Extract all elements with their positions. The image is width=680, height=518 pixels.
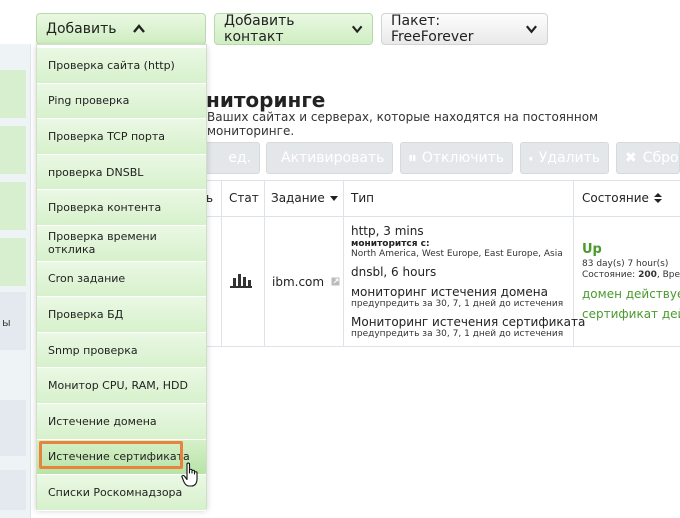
left-sidebar-block xyxy=(0,126,26,174)
type-monitored-from-label: мониторится с: xyxy=(351,239,430,249)
left-sidebar-block xyxy=(0,470,26,510)
type-cert-monitor: Мониторинг истечения сертификата xyxy=(351,315,586,329)
page-title: ниторинге xyxy=(206,88,326,112)
menu-item-dnsbl-check[interactable]: проверка DNSBL xyxy=(37,154,206,191)
menu-item-cpu-ram-hdd-monitor[interactable]: Монитор CPU, RAM, HDD xyxy=(37,368,206,404)
menu-item-highlight xyxy=(39,441,183,469)
left-sidebar-block xyxy=(0,238,26,286)
external-link-icon xyxy=(331,277,340,286)
state-uptime: 83 day(s) 7 hour(s) xyxy=(582,259,669,269)
state-code: 200 xyxy=(638,270,657,280)
hand-cursor-icon xyxy=(181,462,198,487)
header-type: Тип xyxy=(351,191,374,205)
left-sidebar-note: ы xyxy=(2,316,11,329)
reset-button[interactable]: ✖ Сбро xyxy=(616,142,680,174)
type-locations: North America, West Europe, East Europe,… xyxy=(351,249,563,259)
header-stat: Стат xyxy=(229,191,259,205)
table-col-divider xyxy=(264,180,265,346)
left-sidebar-block xyxy=(0,70,26,118)
sort-icon xyxy=(653,193,662,203)
menu-item-http-check[interactable]: Проверка сайта (http) xyxy=(37,48,206,84)
add-dropdown-button[interactable]: Добавить xyxy=(36,13,206,45)
menu-item-content-check[interactable]: Проверка контента xyxy=(37,190,206,226)
table-col-divider xyxy=(343,180,344,346)
state-suffix: , Вре xyxy=(656,270,680,280)
pause-icon xyxy=(409,155,416,161)
chevron-down-icon xyxy=(351,25,363,34)
package-button[interactable]: Пакет: FreeForever xyxy=(381,13,548,45)
type-cert-warn: предупредить за 30, 7, 1 дней до истечен… xyxy=(351,329,564,339)
disable-button-label: Отключить xyxy=(421,150,504,166)
close-icon: ✖ xyxy=(625,150,637,166)
type-http: http, 3 mins xyxy=(351,224,424,238)
menu-item-response-time-check[interactable]: Проверка времени отклика xyxy=(37,226,206,262)
menu-item-tcp-check[interactable]: Проверка TCP порта xyxy=(37,119,206,155)
menu-item-snmp-check[interactable]: Snmp проверка xyxy=(37,332,206,369)
chevron-down-icon xyxy=(526,25,538,34)
type-dnsbl: dnsbl, 6 hours xyxy=(351,265,437,279)
activate-button[interactable]: Активировать xyxy=(266,142,393,174)
menu-item-domain-expiry[interactable]: Истечение домена xyxy=(37,404,206,440)
header-col0: ь xyxy=(206,191,214,205)
type-domain-monitor: мониторинг истечения домена xyxy=(351,285,548,299)
reset-button-label: Сбро xyxy=(642,150,679,166)
domain-status: домен действует xyxy=(582,287,680,301)
state-details: Состояние: 200, Вре xyxy=(582,270,680,280)
left-sidebar-block xyxy=(0,400,26,456)
header-task-label: Задание xyxy=(271,191,325,205)
package-label: Пакет: FreeForever xyxy=(391,13,474,45)
add-dropdown-menu: Проверка сайта (http) Ping проверка Пров… xyxy=(36,44,207,511)
state-prefix: Состояние: xyxy=(582,270,636,280)
header-state-label: Состояние xyxy=(582,191,649,205)
add-contact-label: Добавить контакт xyxy=(224,13,295,45)
delete-button[interactable]: Удалить xyxy=(520,142,609,174)
add-contact-button[interactable]: Добавить контакт xyxy=(214,13,373,45)
header-task[interactable]: Задание xyxy=(271,180,339,216)
chevron-up-icon xyxy=(133,24,146,33)
task-link[interactable]: ibm.com xyxy=(272,275,340,289)
table-col-divider xyxy=(221,180,222,346)
page-subtitle: Ваших сайтах и серверах, которые находят… xyxy=(207,110,599,138)
header-state[interactable]: Состояние xyxy=(582,180,663,216)
left-sidebar-block xyxy=(0,182,26,230)
trash-icon xyxy=(529,156,533,160)
menu-item-ping-check[interactable]: Ping проверка xyxy=(37,83,206,120)
cert-status: сертификат дейс xyxy=(582,307,680,321)
activate-button-label: Активировать xyxy=(281,150,385,166)
delete-button-label: Удалить xyxy=(538,150,600,166)
bar-chart-icon[interactable] xyxy=(230,272,252,288)
type-domain-warn: предупредить за 30, 7, 1 дней до истечен… xyxy=(351,299,564,309)
menu-item-cron-task[interactable]: Cron задание xyxy=(37,261,206,298)
edit-button-label: ед. xyxy=(228,150,251,166)
table-bottom-border xyxy=(190,346,680,347)
task-name: ibm.com xyxy=(272,275,325,289)
sort-down-icon xyxy=(329,196,338,201)
status-badge: Up xyxy=(582,242,602,257)
menu-item-db-check[interactable]: Проверка БД xyxy=(37,297,206,333)
add-button-label: Добавить xyxy=(46,21,117,37)
disable-button[interactable]: Отключить xyxy=(400,142,513,174)
